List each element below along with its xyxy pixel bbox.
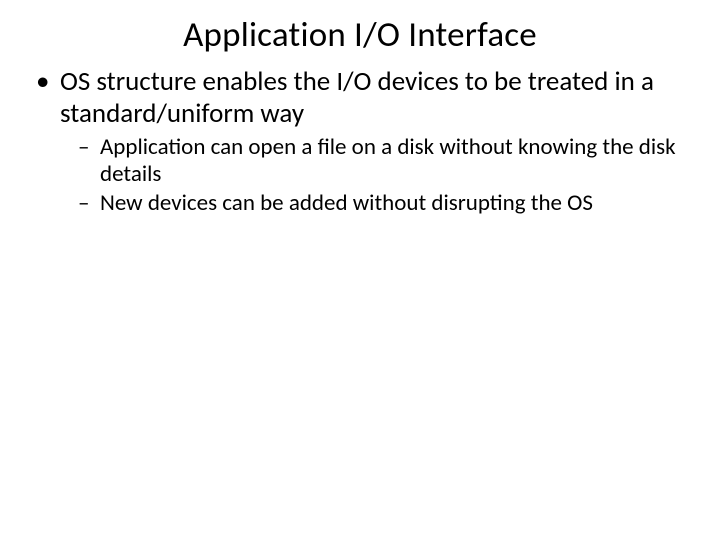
bullet-list-level2: Application can open a file on a disk wi… [60, 134, 688, 217]
bullet-l2-text: Application can open a file on a disk wi… [100, 133, 676, 188]
bullet-l1: OS structure enables the I/O devices to … [32, 66, 688, 217]
slide: Application I/O Interface OS structure e… [0, 0, 720, 540]
bullet-l2-text: New devices can be added without disrupt… [100, 189, 593, 217]
bullet-l2: New devices can be added without disrupt… [78, 190, 688, 217]
bullet-l1-text: OS structure enables the I/O devices to … [60, 65, 654, 130]
slide-title: Application I/O Interface [0, 0, 720, 56]
slide-body: OS structure enables the I/O devices to … [0, 56, 720, 217]
bullet-list-level1: OS structure enables the I/O devices to … [32, 66, 688, 217]
bullet-l2: Application can open a file on a disk wi… [78, 134, 688, 188]
